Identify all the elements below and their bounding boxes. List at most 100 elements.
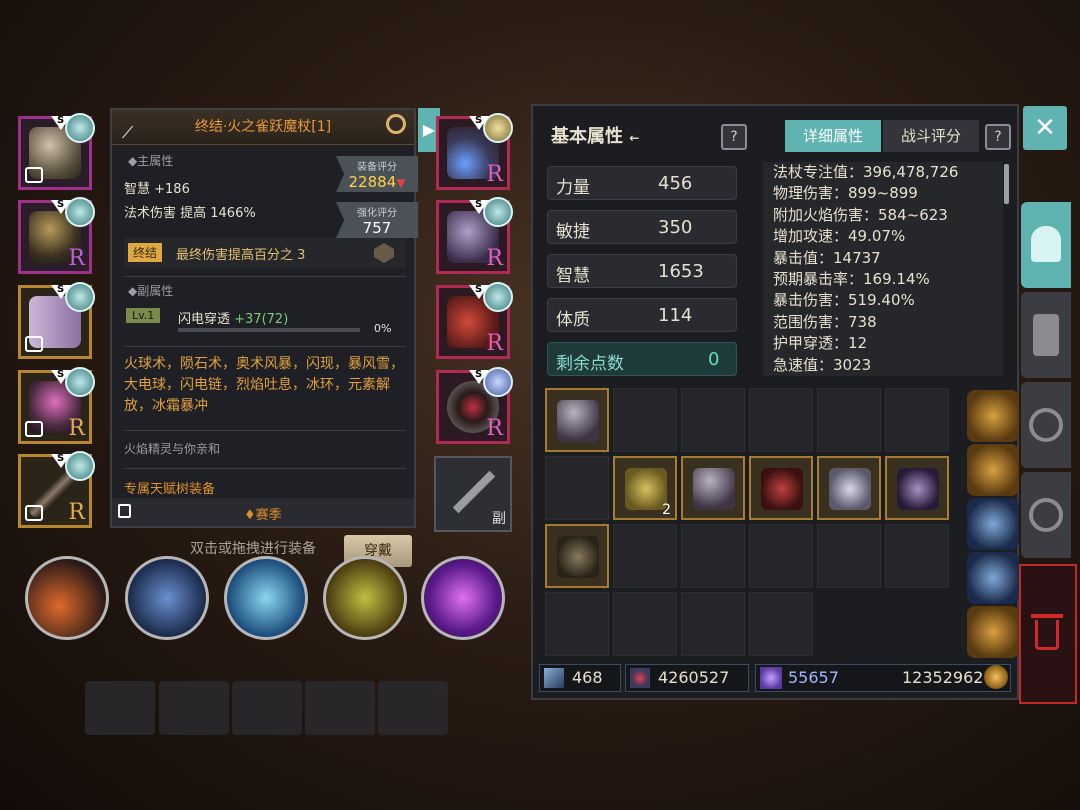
offhand-weapon-slot[interactable]: 副 <box>434 456 512 532</box>
help-icon[interactable]: ? <box>985 124 1011 150</box>
staff-currency-icon <box>544 668 564 688</box>
close-button[interactable]: ✕ <box>1023 106 1067 150</box>
quick-slot[interactable] <box>85 681 155 735</box>
stat-row-constitution: 体质 114 <box>547 298 737 332</box>
inventory-slot[interactable] <box>545 456 609 520</box>
sidebar-tab-equipment[interactable] <box>1021 202 1071 288</box>
crystal-amount: 55657 <box>788 668 839 687</box>
stats-panel: 基本属性 ← ? 详细属性 战斗评分 ? 力量 456 敏捷 350 智慧 1653 … <box>531 104 1019 700</box>
inventory-item-armor[interactable] <box>749 456 813 520</box>
quick-slot[interactable] <box>232 681 302 735</box>
inventory-item-boots[interactable] <box>817 456 881 520</box>
boots-icon <box>829 468 871 510</box>
magnifier-icon[interactable] <box>386 114 406 134</box>
inventory-slot[interactable] <box>885 388 949 452</box>
down-arrow-icon: ▼ <box>396 176 406 190</box>
stats-header: 基本属性 <box>551 126 623 147</box>
inventory-grid: 2 <box>543 386 1019 658</box>
trash-button[interactable] <box>1019 564 1077 704</box>
equip-slot-offhand[interactable]: S R <box>18 367 95 444</box>
inventory-slot[interactable] <box>681 524 745 588</box>
detail-attribute-list[interactable]: 法杖专注值：396,478,726 物理伤害：899~899 附加火焰伤害：58… <box>763 162 1009 376</box>
offhand-label: 副 <box>492 511 506 527</box>
inventory-item-armor[interactable] <box>885 456 949 520</box>
sub-level-tag: Lv.1 <box>126 308 161 323</box>
gear-icon <box>1029 498 1063 532</box>
inventory-slot[interactable] <box>749 592 813 656</box>
rarity-label: R <box>68 500 85 525</box>
inventory-slot[interactable] <box>545 592 609 656</box>
lock-icon <box>25 336 43 352</box>
equip-slot-staff[interactable]: S R <box>18 451 95 528</box>
bag-blue-icon[interactable] <box>967 552 1019 604</box>
equip-slot-necklace[interactable]: S R <box>436 113 513 190</box>
sub-attr-bonus: +37(72) <box>234 312 289 327</box>
skill-vortex-icon[interactable] <box>421 556 505 640</box>
inventory-item-staff[interactable] <box>545 388 609 452</box>
sword-icon <box>452 470 496 514</box>
main-attr-2: 法术伤害 提高 1466% <box>124 206 256 221</box>
equip-slot-ring[interactable]: S R <box>436 367 513 444</box>
finale-text: 最终伤害提高百分之 3 <box>176 248 306 263</box>
bag-gold-icon[interactable] <box>967 444 1019 496</box>
remaining-points-row: 剩余点数 0 <box>547 342 737 376</box>
inventory-slot[interactable] <box>817 388 881 452</box>
bag-gold-icon[interactable] <box>967 606 1019 658</box>
bag-gold-icon[interactable] <box>967 390 1019 442</box>
tab-battle-score[interactable]: 战斗评分 <box>883 120 979 152</box>
inventory-item-bow[interactable] <box>545 524 609 588</box>
inventory-slot[interactable] <box>613 592 677 656</box>
rarity-label: R <box>486 416 503 441</box>
help-icon[interactable]: ? <box>721 124 747 150</box>
inventory-slot[interactable] <box>681 592 745 656</box>
inventory-slot[interactable] <box>681 388 745 452</box>
bag-blue-icon[interactable] <box>967 498 1019 550</box>
sub-progress-bar <box>178 328 360 332</box>
stack-count: 2 <box>662 502 671 518</box>
inventory-slot[interactable] <box>885 524 949 588</box>
skill-meteor-icon[interactable] <box>25 556 109 640</box>
equip-slot-helmet[interactable]: S <box>18 113 95 190</box>
helmet-icon <box>1031 226 1061 262</box>
inventory-item-hourglass[interactable]: 2 <box>613 456 677 520</box>
inventory-slot[interactable] <box>613 388 677 452</box>
currency-crystal-gold: 55657 12352962 <box>755 664 1011 692</box>
chevron-badge-icon <box>374 243 394 263</box>
grade-badge: S <box>57 199 65 210</box>
sidebar-tab-settings[interactable] <box>1021 472 1071 558</box>
rarity-label: R <box>68 246 85 271</box>
inventory-slot[interactable] <box>749 388 813 452</box>
equip-slot-gloves[interactable]: S R <box>436 197 513 274</box>
grade-badge: S <box>57 284 65 295</box>
main-attr-header: ◆主属性 <box>128 154 174 168</box>
equip-slot-robe[interactable]: S <box>18 282 95 359</box>
equip-slot-boots[interactable]: S R <box>436 282 513 359</box>
trash-icon <box>1035 620 1059 650</box>
item-title: 终结·火之雀跃魔杖[1] <box>194 119 332 135</box>
currency-gem: 4260527 <box>625 664 749 692</box>
quick-slot[interactable] <box>305 681 375 735</box>
scrollbar[interactable] <box>1004 164 1009 204</box>
stat-row-strength: 力量 456 <box>547 166 737 200</box>
rarity-label: R <box>486 331 503 356</box>
equip-slot-chest[interactable]: S R <box>18 197 95 274</box>
inventory-slot[interactable] <box>817 524 881 588</box>
sidebar-tab-talent[interactable] <box>1021 382 1071 468</box>
gem-currency-icon <box>630 668 650 688</box>
back-arrow-icon[interactable]: ← <box>629 131 639 145</box>
rarity-label: R <box>68 416 85 441</box>
season-bar: ♦赛季 <box>112 498 414 526</box>
quick-slot[interactable] <box>378 681 448 735</box>
skill-blink-icon[interactable] <box>125 556 209 640</box>
sidebar-tab-skills[interactable] <box>1021 292 1071 378</box>
inventory-item-armor[interactable] <box>681 456 745 520</box>
inventory-slot[interactable] <box>613 524 677 588</box>
tab-detail-attributes[interactable]: 详细属性 <box>785 120 881 152</box>
armor-icon <box>897 468 939 510</box>
quick-slot[interactable] <box>159 681 229 735</box>
lock-icon <box>25 421 43 437</box>
skill-explosion-icon[interactable] <box>323 556 407 640</box>
skill-frost-star-icon[interactable] <box>224 556 308 640</box>
inventory-slot[interactable] <box>749 524 813 588</box>
item-tooltip: ⟋ 终结·火之雀跃魔杖[1] ◆主属性 智慧 +186 法术伤害 提高 1466… <box>110 108 418 528</box>
